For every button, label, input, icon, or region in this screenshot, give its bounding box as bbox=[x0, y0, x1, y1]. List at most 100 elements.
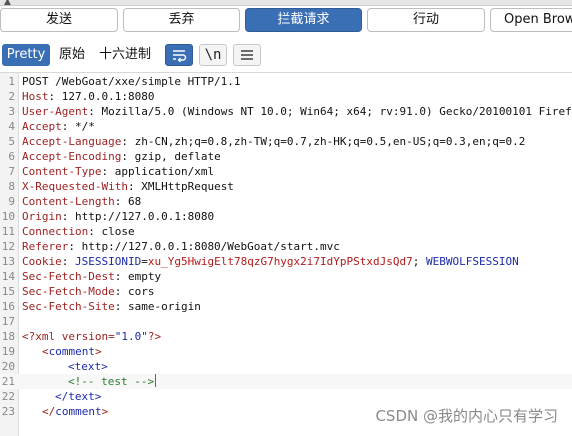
drop-button[interactable]: 丢弃 bbox=[123, 8, 240, 32]
line-number: 8 bbox=[8, 180, 15, 193]
code-line: 12 Referer: http://127.0.0.1:8080/WebGoat… bbox=[0, 239, 572, 254]
xml-tag: <text> bbox=[68, 360, 108, 373]
tab-raw[interactable]: 原始 bbox=[54, 44, 90, 66]
wrap-lines-button[interactable] bbox=[165, 44, 193, 66]
line-number: 15 bbox=[1, 285, 15, 298]
line-number: 23 bbox=[1, 405, 15, 418]
code-text: Sec-Fetch-Mode: cors bbox=[22, 284, 154, 299]
header-value: Mozilla/5.0 (Windows NT 10.0; Win64; x64… bbox=[101, 105, 572, 118]
code-text: X-Requested-With: XMLHttpRequest bbox=[22, 179, 234, 194]
tab-hex[interactable]: 十六进制 bbox=[94, 44, 156, 66]
cookie-key: JSESSIONID bbox=[75, 255, 142, 268]
header-name: X-Requested-With bbox=[22, 180, 128, 193]
header-value: 68 bbox=[127, 195, 142, 208]
code-line: 13 Cookie: JSESSIONID=xu_Yg5HwigElt78qzG7… bbox=[0, 254, 572, 269]
header-name: Origin bbox=[22, 210, 62, 223]
code-text: Content-Length: 68 bbox=[22, 194, 141, 209]
code-line: 15 Sec-Fetch-Mode: cors bbox=[0, 284, 572, 299]
line-number: 21 bbox=[1, 375, 15, 388]
watermark: CSDN @我的内心只有学习 bbox=[375, 407, 558, 425]
line-number: 3 bbox=[8, 105, 15, 118]
code-text: </text> bbox=[55, 389, 101, 404]
code-line: 20 <text> bbox=[0, 359, 572, 374]
wrap-lines-icon bbox=[173, 50, 187, 62]
header-name: Content-Type bbox=[22, 165, 102, 178]
line-number: 5 bbox=[8, 135, 15, 148]
action-toolbar: 发送 丢弃 拦截请求 行动 Open Brow bbox=[0, 8, 572, 36]
caret-up-icon: ▲ bbox=[4, 0, 11, 7]
header-separator: : bbox=[68, 240, 82, 253]
header-value: same-origin bbox=[127, 300, 201, 313]
show-newlines-button[interactable]: \n bbox=[199, 44, 227, 66]
line-number: 12 bbox=[1, 240, 15, 253]
header-separator: : bbox=[88, 225, 102, 238]
line-number: 14 bbox=[1, 270, 15, 283]
header-separator: : bbox=[88, 105, 102, 118]
code-line: 10 Origin: http://127.0.0.1:8080 bbox=[0, 209, 572, 224]
code-line: 16 Sec-Fetch-Site: same-origin bbox=[0, 299, 572, 314]
open-browser-button[interactable]: Open Brow bbox=[490, 8, 572, 32]
header-value: gzip, deflate bbox=[134, 150, 221, 163]
line-number: 4 bbox=[8, 120, 15, 133]
header-name: Sec-Fetch-Mode bbox=[22, 285, 115, 298]
action-button[interactable]: 行动 bbox=[367, 8, 485, 32]
xml-attribute-value: "1.0" bbox=[114, 330, 148, 343]
xml-tag: comment bbox=[55, 405, 102, 418]
line-number: 13 bbox=[1, 255, 15, 268]
code-text: <comment> bbox=[42, 344, 102, 359]
code-text: <text> bbox=[68, 359, 108, 374]
header-value: http://127.0.0.1:8080 bbox=[75, 210, 215, 223]
hamburger-menu-icon bbox=[241, 50, 253, 60]
xml-comment: <!-- test --> bbox=[68, 375, 155, 388]
code-text: Accept: */* bbox=[22, 119, 95, 134]
header-separator: : bbox=[61, 255, 75, 268]
code-line: 21 <!-- test --> bbox=[0, 374, 572, 389]
line-number: 16 bbox=[1, 300, 15, 313]
line-number: 1 bbox=[8, 75, 15, 88]
header-name: Sec-Fetch-Dest bbox=[22, 270, 115, 283]
header-name: Content-Length bbox=[22, 195, 115, 208]
code-text: Accept-Encoding: gzip, deflate bbox=[22, 149, 221, 164]
line-number: 18 bbox=[1, 330, 15, 343]
header-value: XMLHttpRequest bbox=[141, 180, 234, 193]
cookie-key: WEBWOLFSESSION bbox=[426, 255, 519, 268]
send-button[interactable]: 发送 bbox=[0, 8, 118, 32]
xml-declaration-end: ?> bbox=[147, 330, 162, 343]
request-editor[interactable]: 1 POST /WebGoat/xxe/simple HTTP/1.1 2 Host:… bbox=[0, 72, 572, 436]
header-separator: : bbox=[127, 180, 142, 193]
code-text: Host: 127.0.0.1:8080 bbox=[22, 89, 154, 104]
cookie-separator: ; bbox=[412, 255, 427, 268]
xml-bracket: </ bbox=[42, 405, 56, 418]
header-separator: : bbox=[48, 90, 62, 103]
header-name: User-Agent bbox=[22, 105, 89, 118]
code-text: <!-- test --> bbox=[68, 374, 157, 389]
xml-tag: comment bbox=[48, 345, 95, 358]
tab-pretty[interactable]: Pretty bbox=[2, 44, 50, 66]
header-value: cors bbox=[127, 285, 155, 298]
view-tabs: Pretty 原始 十六进制 \n bbox=[0, 42, 572, 68]
header-separator: : bbox=[114, 270, 128, 283]
code-line: 22 </text> bbox=[0, 389, 572, 404]
xml-attribute: version= bbox=[61, 330, 115, 343]
code-text: Cookie: JSESSIONID=xu_Yg5HwigElt78qzG7hy… bbox=[22, 254, 519, 269]
code-line: 17 bbox=[0, 314, 572, 329]
line-number: 22 bbox=[1, 390, 15, 403]
intercept-toggle-button[interactable]: 拦截请求 bbox=[245, 8, 362, 32]
code-line: 7 Content-Type: application/xml bbox=[0, 164, 572, 179]
cookie-value: xu_Yg5HwigElt78qzG7hygx2i7IdYpPStxdJsQd7 bbox=[147, 255, 413, 268]
xml-bracket: > bbox=[94, 345, 102, 358]
code-text: Sec-Fetch-Site: same-origin bbox=[22, 299, 201, 314]
header-name: Host bbox=[22, 90, 49, 103]
header-name: Connection bbox=[22, 225, 89, 238]
line-number: 11 bbox=[1, 225, 15, 238]
header-value: */* bbox=[75, 120, 95, 133]
code-text: User-Agent: Mozilla/5.0 (Windows NT 10.0… bbox=[22, 104, 572, 119]
header-name: Accept-Encoding bbox=[22, 150, 122, 163]
code-text: <?xml version="1.0"?> bbox=[22, 329, 161, 344]
code-text: POST /WebGoat/xxe/simple HTTP/1.1 bbox=[22, 74, 241, 89]
xml-declaration: <?xml bbox=[22, 330, 62, 343]
header-value: zh-CN,zh;q=0.8,zh-TW;q=0.7,zh-HK;q=0.5,e… bbox=[134, 135, 526, 148]
menu-button[interactable] bbox=[233, 44, 261, 66]
line-number: 10 bbox=[1, 210, 15, 223]
header-separator: : bbox=[121, 135, 135, 148]
